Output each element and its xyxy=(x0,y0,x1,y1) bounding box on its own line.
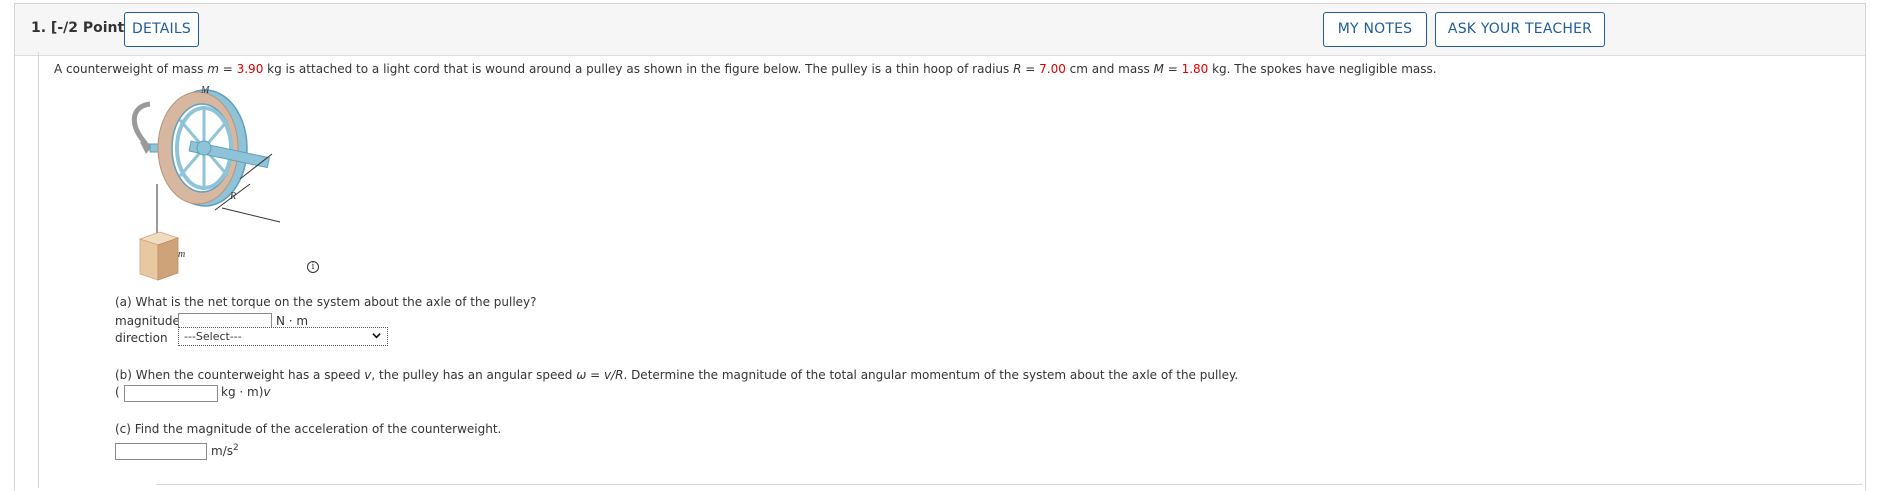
part-b-question: (b) When the counterweight has a speed v… xyxy=(115,368,1239,382)
part-c-answer-input[interactable] xyxy=(115,443,207,460)
info-icon[interactable]: i xyxy=(307,261,319,273)
part-c-question: (c) Find the magnitude of the accelerati… xyxy=(115,422,502,436)
problem-statement: A counterweight of mass m = 3.90 kg is a… xyxy=(54,62,1437,76)
part-a-direction-select[interactable]: ---Select--- xyxy=(178,327,388,346)
my-notes-button[interactable]: MY NOTES xyxy=(1323,12,1427,47)
part-a-direction-selected: ---Select--- xyxy=(184,330,242,343)
part-b-open-paren: ( xyxy=(115,385,120,399)
left-rule-divider xyxy=(38,52,39,488)
label-M: M xyxy=(200,85,210,96)
ask-your-teacher-button[interactable]: ASK YOUR TEACHER xyxy=(1435,12,1605,47)
part-b-answer-input[interactable] xyxy=(124,385,218,402)
pulley-figure: R M m xyxy=(132,85,281,281)
part-b-unit: kg · m)v xyxy=(221,385,271,399)
part-a-direction-label: direction xyxy=(115,331,168,345)
part-a-magnitude-label: magnitude xyxy=(115,314,180,328)
label-R: R xyxy=(229,191,236,202)
question-header: 1. [-/2 Points] DETAILS MY NOTES ASK YOU… xyxy=(15,4,1865,56)
bottom-rule-divider xyxy=(156,484,1862,485)
mass-m-value: 3.90 xyxy=(236,62,264,76)
counterweight-block xyxy=(157,237,179,281)
part-a-question: (a) What is the net torque on the system… xyxy=(115,295,537,309)
details-button[interactable]: DETAILS xyxy=(124,12,199,47)
radius-value: 7.00 xyxy=(1039,62,1066,76)
label-m: m xyxy=(178,249,185,260)
chevron-down-icon xyxy=(372,333,381,339)
part-a-magnitude-unit: N · m xyxy=(276,314,309,328)
part-c-unit: m/s2 xyxy=(211,443,239,458)
question-points-label: 1. [-/2 Points] xyxy=(31,20,139,36)
mass-M-value: 1.80 xyxy=(1181,62,1209,76)
rotation-arrow-icon xyxy=(132,101,151,146)
